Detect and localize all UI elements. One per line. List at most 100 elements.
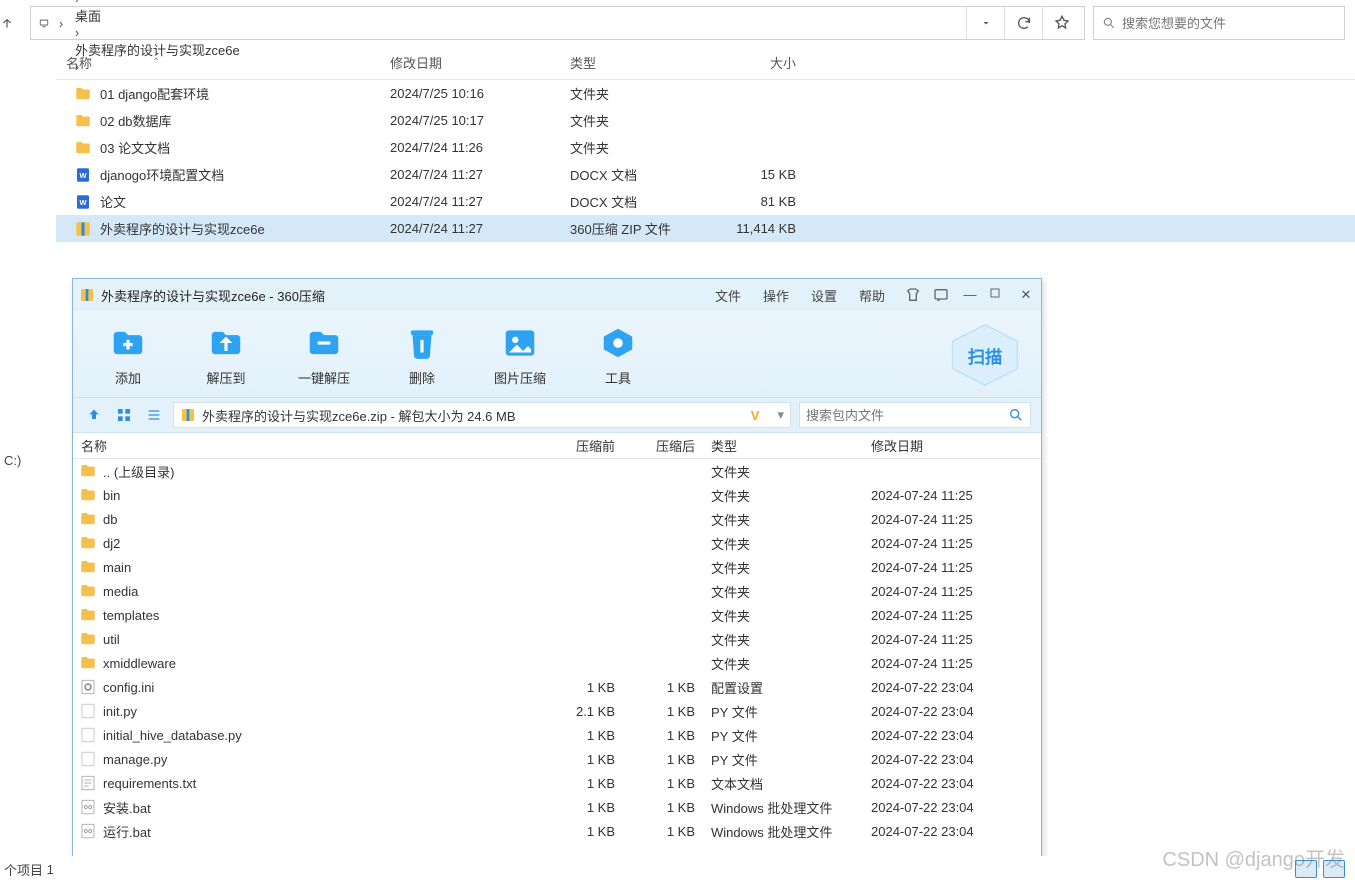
zip-file-row[interactable]: templates文件夹2024-07-24 11:25 [73, 603, 1041, 627]
file-date: 2024/7/24 11:27 [390, 167, 570, 182]
zip-file-type: 文本文档 [705, 774, 861, 793]
folder-icon [74, 112, 92, 130]
zip-file-row[interactable]: 运行.bat1 KB1 KBWindows 批处理文件2024-07-22 23… [73, 819, 1041, 843]
zip-file-row[interactable]: bin文件夹2024-07-24 11:25 [73, 483, 1041, 507]
folder-icon [79, 606, 97, 624]
zip-file-row[interactable]: initial_hive_database.py1 KB1 KBPY 文件202… [73, 723, 1041, 747]
toolbar-extract-to-button[interactable]: 解压到 [191, 322, 261, 387]
zip-size-pre: 1 KB [535, 824, 625, 839]
toolbar-label: 图片压缩 [494, 368, 546, 387]
file-icon [79, 702, 97, 720]
zip-file-row[interactable]: xmiddleware文件夹2024-07-24 11:25 [73, 651, 1041, 675]
explorer-file-list: 名称⌃ 修改日期 类型 大小 01 django配套环境2024/7/25 10… [56, 46, 1355, 242]
maximize-button[interactable] [989, 287, 1007, 303]
zip-size-pre: 1 KB [535, 752, 625, 767]
file-name: 01 django配套环境 [100, 84, 209, 103]
view-icons-icon[interactable] [113, 404, 135, 426]
file-row[interactable]: 02 db数据库2024/7/25 10:17文件夹 [56, 107, 1355, 134]
nav-up-icon[interactable] [83, 404, 105, 426]
skin-icon[interactable] [905, 287, 923, 303]
refresh-button[interactable] [1004, 7, 1042, 39]
zip-menu-item[interactable]: 帮助 [859, 286, 885, 305]
delete-icon [401, 322, 443, 364]
explorer-search-input[interactable] [1122, 16, 1336, 31]
svg-text:W: W [79, 198, 87, 207]
zip-columns-header[interactable]: 名称 压缩前 压缩后 类型 修改日期 [73, 433, 1041, 459]
toolbar-img-compress-button[interactable]: 图片压缩 [485, 322, 555, 387]
file-type: 文件夹 [570, 111, 720, 130]
close-button[interactable]: ✕ [1017, 287, 1035, 303]
view-large-toggle[interactable] [1323, 860, 1345, 878]
minimize-button[interactable]: — [961, 287, 979, 303]
chevron-right-icon[interactable]: › [53, 16, 69, 31]
zip-file-date: 2024-07-24 11:25 [861, 608, 1011, 623]
zip-file-date: 2024-07-22 23:04 [861, 824, 1011, 839]
zip-v-badge[interactable]: V [737, 408, 778, 423]
zip-file-row[interactable]: manage.py1 KB1 KBPY 文件2024-07-22 23:04 [73, 747, 1041, 771]
zip-file-row[interactable]: init.py2.1 KB1 KBPY 文件2024-07-22 23:04 [73, 699, 1041, 723]
ini-icon [79, 678, 97, 696]
zcol-type: 类型 [705, 436, 861, 455]
file-row[interactable]: 外卖程序的设计与实现zce6e2024/7/24 11:27360压缩 ZIP … [56, 215, 1355, 242]
zip-file-row[interactable]: media文件夹2024-07-24 11:25 [73, 579, 1041, 603]
file-row[interactable]: 01 django配套环境2024/7/25 10:16文件夹 [56, 80, 1355, 107]
zip-menu-item[interactable]: 设置 [811, 286, 837, 305]
toolbar-extract-one-button[interactable]: 一键解压 [289, 322, 359, 387]
zip-titlebar[interactable]: 外卖程序的设计与实现zce6e - 360压缩 文件操作设置帮助 — ✕ [73, 279, 1041, 311]
status-count: 1 [47, 862, 54, 877]
chevron-right-icon[interactable]: › [69, 25, 85, 40]
toolbar-add-button[interactable]: 添加 [93, 322, 163, 387]
file-row[interactable]: Wdjanogo环境配置文档2024/7/24 11:27DOCX 文档15 K… [56, 161, 1355, 188]
zip-file-row[interactable]: util文件夹2024-07-24 11:25 [73, 627, 1041, 651]
zip-menu-item[interactable]: 操作 [763, 286, 789, 305]
zip-path-text: 外卖程序的设计与实现zce6e.zip - 解包大小为 24.6 MB [202, 406, 516, 425]
zip-file-row[interactable]: 安装.bat1 KB1 KBWindows 批处理文件2024-07-22 23… [73, 795, 1041, 819]
zip-file-date: 2024-07-22 23:04 [861, 704, 1011, 719]
explorer-columns-header[interactable]: 名称⌃ 修改日期 类型 大小 [56, 46, 1355, 80]
window-buttons: — ✕ [905, 287, 1035, 303]
explorer-search[interactable] [1093, 6, 1345, 40]
view-list-icon[interactable] [143, 404, 165, 426]
docx-icon: W [74, 166, 92, 184]
zip-file-row[interactable]: dj2文件夹2024-07-24 11:25 [73, 531, 1041, 555]
zip-file-name: xmiddleware [103, 656, 176, 671]
view-details-toggle[interactable] [1295, 860, 1317, 878]
zip-file-name: init.py [103, 704, 137, 719]
zip-file-row[interactable]: .. (上级目录)文件夹 [73, 459, 1041, 483]
zip-file-row[interactable]: main文件夹2024-07-24 11:25 [73, 555, 1041, 579]
zip-file-row[interactable]: requirements.txt1 KB1 KB文本文档2024-07-22 2… [73, 771, 1041, 795]
zip-inner-search[interactable] [799, 402, 1031, 428]
toolbar-delete-button[interactable]: 删除 [387, 322, 457, 387]
zcol-date: 修改日期 [861, 436, 1011, 455]
file-row[interactable]: 03 论文文档2024/7/24 11:26文件夹 [56, 134, 1355, 161]
zip-menu-item[interactable]: 文件 [715, 286, 741, 305]
zip-file-name: initial_hive_database.py [103, 728, 242, 743]
zip-file-date: 2024-07-24 11:25 [861, 512, 1011, 527]
chevron-down-icon[interactable]: ▾ [777, 407, 784, 423]
breadcrumb-item[interactable]: 桌面 [69, 6, 246, 25]
toolbar-label: 添加 [115, 368, 141, 387]
zip-file-type: Windows 批处理文件 [705, 822, 861, 841]
zip-icon [74, 220, 92, 238]
tools-icon [597, 322, 639, 364]
zip-inner-search-input[interactable] [806, 408, 1008, 423]
zip-path-field[interactable]: 外卖程序的设计与实现zce6e.zip - 解包大小为 24.6 MB V ▾ [173, 402, 791, 428]
scan-badge[interactable]: 扫描 [949, 323, 1021, 387]
file-row[interactable]: W论文2024/7/24 11:27DOCX 文档81 KB [56, 188, 1355, 215]
pin-button[interactable] [1042, 7, 1080, 39]
folder-icon [74, 85, 92, 103]
zip-size-post: 1 KB [625, 752, 705, 767]
zip-file-date: 2024-07-24 11:25 [861, 632, 1011, 647]
history-dropdown-button[interactable] [966, 7, 1004, 39]
feedback-icon[interactable] [933, 287, 951, 303]
zip-file-row[interactable]: config.ini1 KB1 KB配置设置2024-07-22 23:04 [73, 675, 1041, 699]
toolbar-label: 工具 [605, 368, 631, 387]
toolbar-tools-button[interactable]: 工具 [583, 322, 653, 387]
pc-icon[interactable] [35, 14, 53, 32]
bat-icon [79, 822, 97, 840]
nav-up-icon[interactable] [0, 16, 30, 30]
zip-file-name: media [103, 584, 138, 599]
zip-file-date: 2024-07-22 23:04 [861, 680, 1011, 695]
search-icon[interactable] [1008, 407, 1024, 423]
zip-file-row[interactable]: db文件夹2024-07-24 11:25 [73, 507, 1041, 531]
